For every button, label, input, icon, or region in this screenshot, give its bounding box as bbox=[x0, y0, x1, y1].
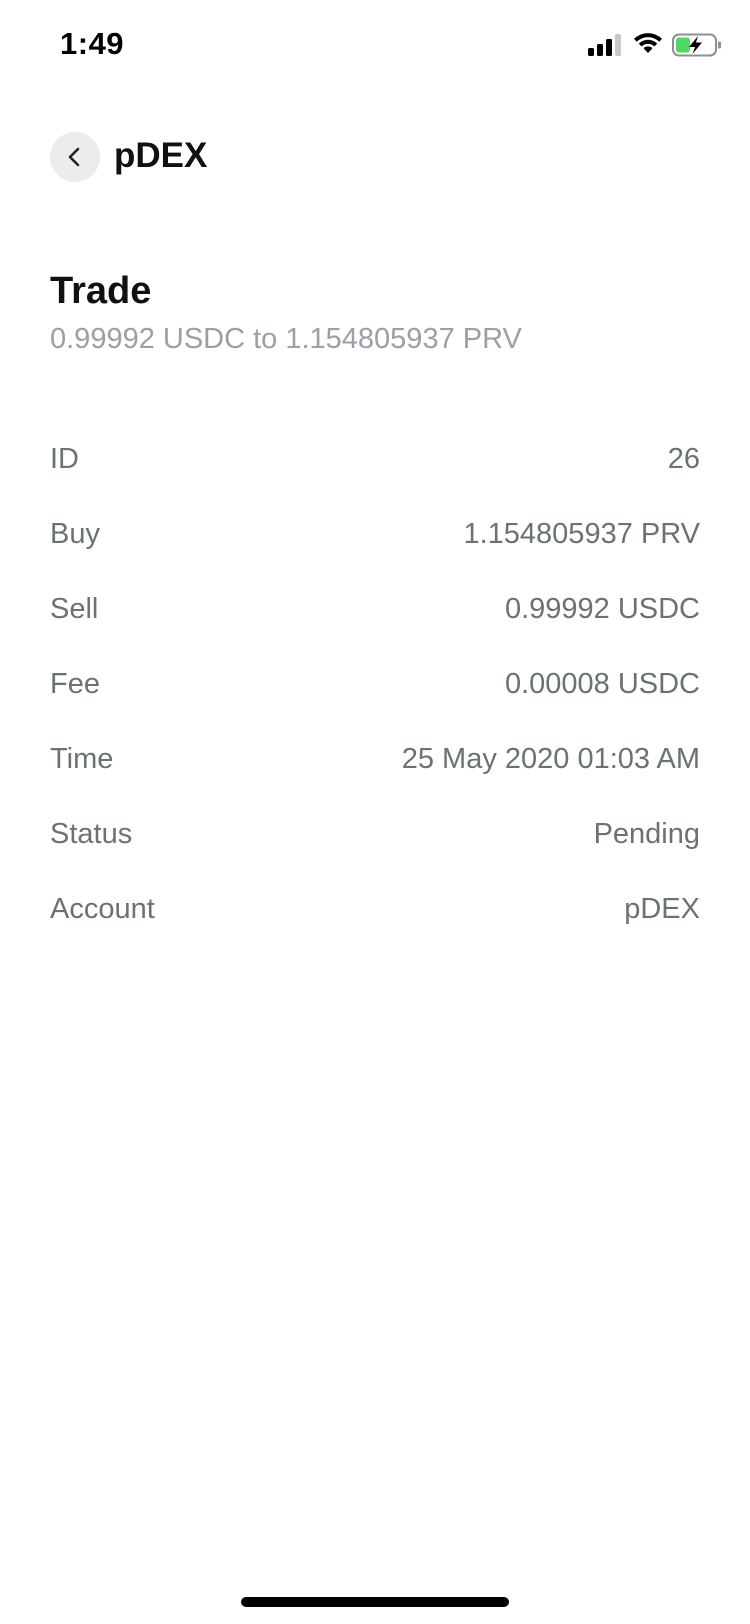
detail-value: 1.154805937 PRV bbox=[463, 517, 700, 550]
detail-value: 25 May 2020 01:03 AM bbox=[401, 742, 700, 775]
trade-subtitle: 0.99992 USDC to 1.154805937 PRV bbox=[50, 323, 522, 355]
detail-row-status: Status Pending bbox=[50, 796, 700, 871]
detail-row-fee: Fee 0.00008 USDC bbox=[50, 646, 700, 721]
wifi-icon bbox=[634, 33, 662, 53]
page-title: pDEX bbox=[114, 136, 208, 175]
account-value: pDEX bbox=[624, 892, 700, 925]
detail-row-id: ID 26 bbox=[50, 421, 700, 496]
detail-row-account: Account pDEX bbox=[50, 871, 700, 946]
home-indicator[interactable] bbox=[241, 1597, 509, 1607]
detail-label: Sell bbox=[50, 592, 99, 625]
nav-header: pDEX bbox=[0, 128, 750, 184]
detail-value: 26 bbox=[667, 442, 700, 475]
detail-label: Fee bbox=[50, 667, 100, 700]
trade-details-list: ID 26 Buy 1.154805937 PRV Sell 0.99992 U… bbox=[50, 421, 700, 946]
status-bar: 1:49 bbox=[0, 0, 750, 92]
detail-label: ID bbox=[50, 442, 79, 475]
battery-charging-icon bbox=[672, 33, 721, 57]
back-button[interactable] bbox=[50, 132, 100, 182]
trade-title: Trade bbox=[50, 270, 152, 312]
detail-row-buy: Buy 1.154805937 PRV bbox=[50, 496, 700, 571]
detail-row-sell: Sell 0.99992 USDC bbox=[50, 571, 700, 646]
detail-value: 0.99992 USDC bbox=[504, 592, 700, 625]
detail-label: Account bbox=[50, 892, 155, 925]
cellular-signal-icon bbox=[588, 34, 621, 56]
chevron-left-icon bbox=[68, 147, 80, 167]
detail-row-time: Time 25 May 2020 01:03 AM bbox=[50, 721, 700, 796]
detail-label: Status bbox=[50, 817, 133, 850]
detail-label: Buy bbox=[50, 517, 100, 550]
status-time: 1:49 bbox=[60, 26, 125, 61]
status-value: Pending bbox=[593, 817, 700, 850]
detail-label: Time bbox=[50, 742, 114, 775]
detail-value: 0.00008 USDC bbox=[504, 667, 700, 700]
